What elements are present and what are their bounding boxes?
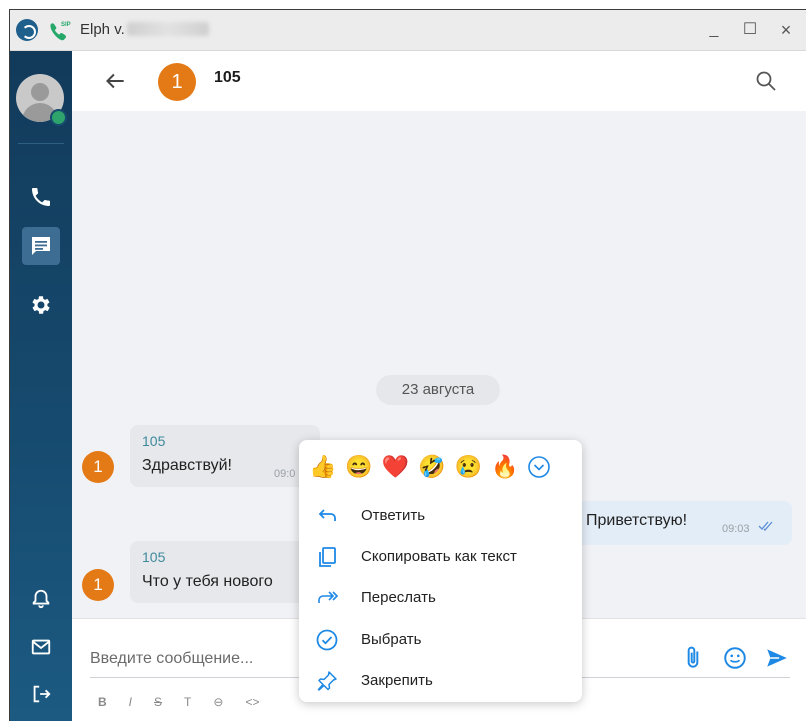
reaction-bar: 👍 😄 ❤️ 🤣 😢 🔥 <box>309 452 551 482</box>
menu-item-label: Выбрать <box>361 631 422 648</box>
window-title: Elph v. <box>80 21 209 38</box>
online-status-icon <box>50 109 67 126</box>
send-icon[interactable] <box>764 645 790 671</box>
menu-item-pin[interactable]: Закрепить <box>299 661 582 701</box>
app-logo-icon <box>16 19 38 41</box>
reaction-fire[interactable]: 🔥 <box>491 453 518 481</box>
sidebar-item-notifications[interactable] <box>22 580 60 618</box>
strikethrough-button[interactable]: S <box>154 695 162 711</box>
svg-text:SIP: SIP <box>61 22 71 28</box>
sidebar-item-settings[interactable] <box>22 286 60 324</box>
gear-icon <box>32 296 50 314</box>
chat-icon <box>32 237 50 255</box>
more-reactions-chevron-icon[interactable] <box>527 455 551 479</box>
formatting-toolbar: B I S T ⊖ <> <box>98 695 259 711</box>
message-sender: 105 <box>142 549 166 565</box>
logout-icon <box>33 685 51 703</box>
menu-item-reply[interactable]: Ответить <box>299 496 582 536</box>
phone-icon <box>32 188 50 206</box>
maximize-button[interactable]: ☐ <box>738 18 762 42</box>
reaction-rofl[interactable]: 🤣 <box>418 453 445 481</box>
close-button[interactable]: × <box>774 18 798 42</box>
sidebar-item-calls[interactable] <box>22 178 60 216</box>
attach-icon[interactable] <box>680 645 706 671</box>
message-time: 09:0 <box>274 468 296 480</box>
message-text: Что у тебя нового <box>142 573 273 590</box>
version-redacted <box>126 22 209 36</box>
forward-icon <box>318 591 339 603</box>
reaction-thumbs-up[interactable]: 👍 <box>309 453 336 481</box>
message-text: Приветствую! <box>586 512 688 529</box>
sidebar <box>10 51 72 721</box>
bold-button[interactable]: B <box>98 695 107 711</box>
sip-phone-icon: SIP <box>50 22 71 41</box>
bell-icon <box>32 589 50 609</box>
menu-item-label: Закрепить <box>361 672 433 689</box>
emoji-icon[interactable] <box>722 645 748 671</box>
minimize-button[interactable]: _ <box>702 18 726 42</box>
menu-item-label: Ответить <box>361 507 426 524</box>
message-context-menu: 👍 😄 ❤️ 🤣 😢 🔥 Ответить Скопировать как те… <box>299 440 582 702</box>
menu-item-copy-text[interactable]: Скопировать как текст <box>299 537 582 577</box>
window-title-text: Elph v. <box>80 21 125 38</box>
italic-button[interactable]: I <box>129 695 132 711</box>
code-button[interactable]: <> <box>245 695 259 711</box>
reaction-sad[interactable]: 😢 <box>455 453 482 481</box>
reply-icon <box>318 509 336 521</box>
outgoing-message-bubble[interactable]: Приветствую! 09:03 <box>572 501 792 545</box>
message-avatar[interactable]: 1 <box>82 569 114 601</box>
menu-item-label: Переслать <box>361 589 436 606</box>
message-sender: 105 <box>142 433 166 449</box>
message-bubble[interactable]: 105 Здравствуй! 09:0 <box>130 425 320 487</box>
message-time: 09:03 <box>722 523 750 535</box>
chat-header: 1 105 <box>72 51 806 112</box>
sidebar-item-mail[interactable] <box>22 628 60 666</box>
link-button[interactable]: ⊖ <box>213 695 223 711</box>
reaction-smile[interactable]: 😄 <box>345 453 372 481</box>
menu-item-label: Скопировать как текст <box>361 548 517 565</box>
reaction-heart[interactable]: ❤️ <box>382 453 409 481</box>
sidebar-item-logout[interactable] <box>22 675 60 713</box>
message-bubble[interactable]: 105 Что у тебя нового <box>130 541 320 603</box>
search-icon[interactable] <box>754 69 778 93</box>
date-divider: 23 августа <box>376 375 500 405</box>
contact-avatar[interactable]: 1 <box>158 63 196 101</box>
message-avatar[interactable]: 1 <box>82 451 114 483</box>
title-bar: SIP Elph v. _ ☐ × <box>10 10 806 51</box>
pin-icon <box>317 671 337 691</box>
message-text: Здравствуй! <box>142 457 232 474</box>
sidebar-divider <box>18 143 64 144</box>
text-style-button[interactable]: T <box>184 695 191 711</box>
select-check-icon <box>316 629 338 651</box>
sidebar-item-messages[interactable] <box>22 227 60 265</box>
copy-icon <box>319 547 336 567</box>
back-arrow-icon[interactable] <box>102 68 128 94</box>
menu-item-select[interactable]: Выбрать <box>299 620 582 660</box>
menu-item-forward[interactable]: Переслать <box>299 578 582 618</box>
app-window: SIP Elph v. _ ☐ × 1 105 23 августа 1 105… <box>9 9 806 721</box>
mail-icon <box>31 639 51 655</box>
contact-name[interactable]: 105 <box>214 69 241 87</box>
read-checkmarks-icon <box>758 521 773 531</box>
